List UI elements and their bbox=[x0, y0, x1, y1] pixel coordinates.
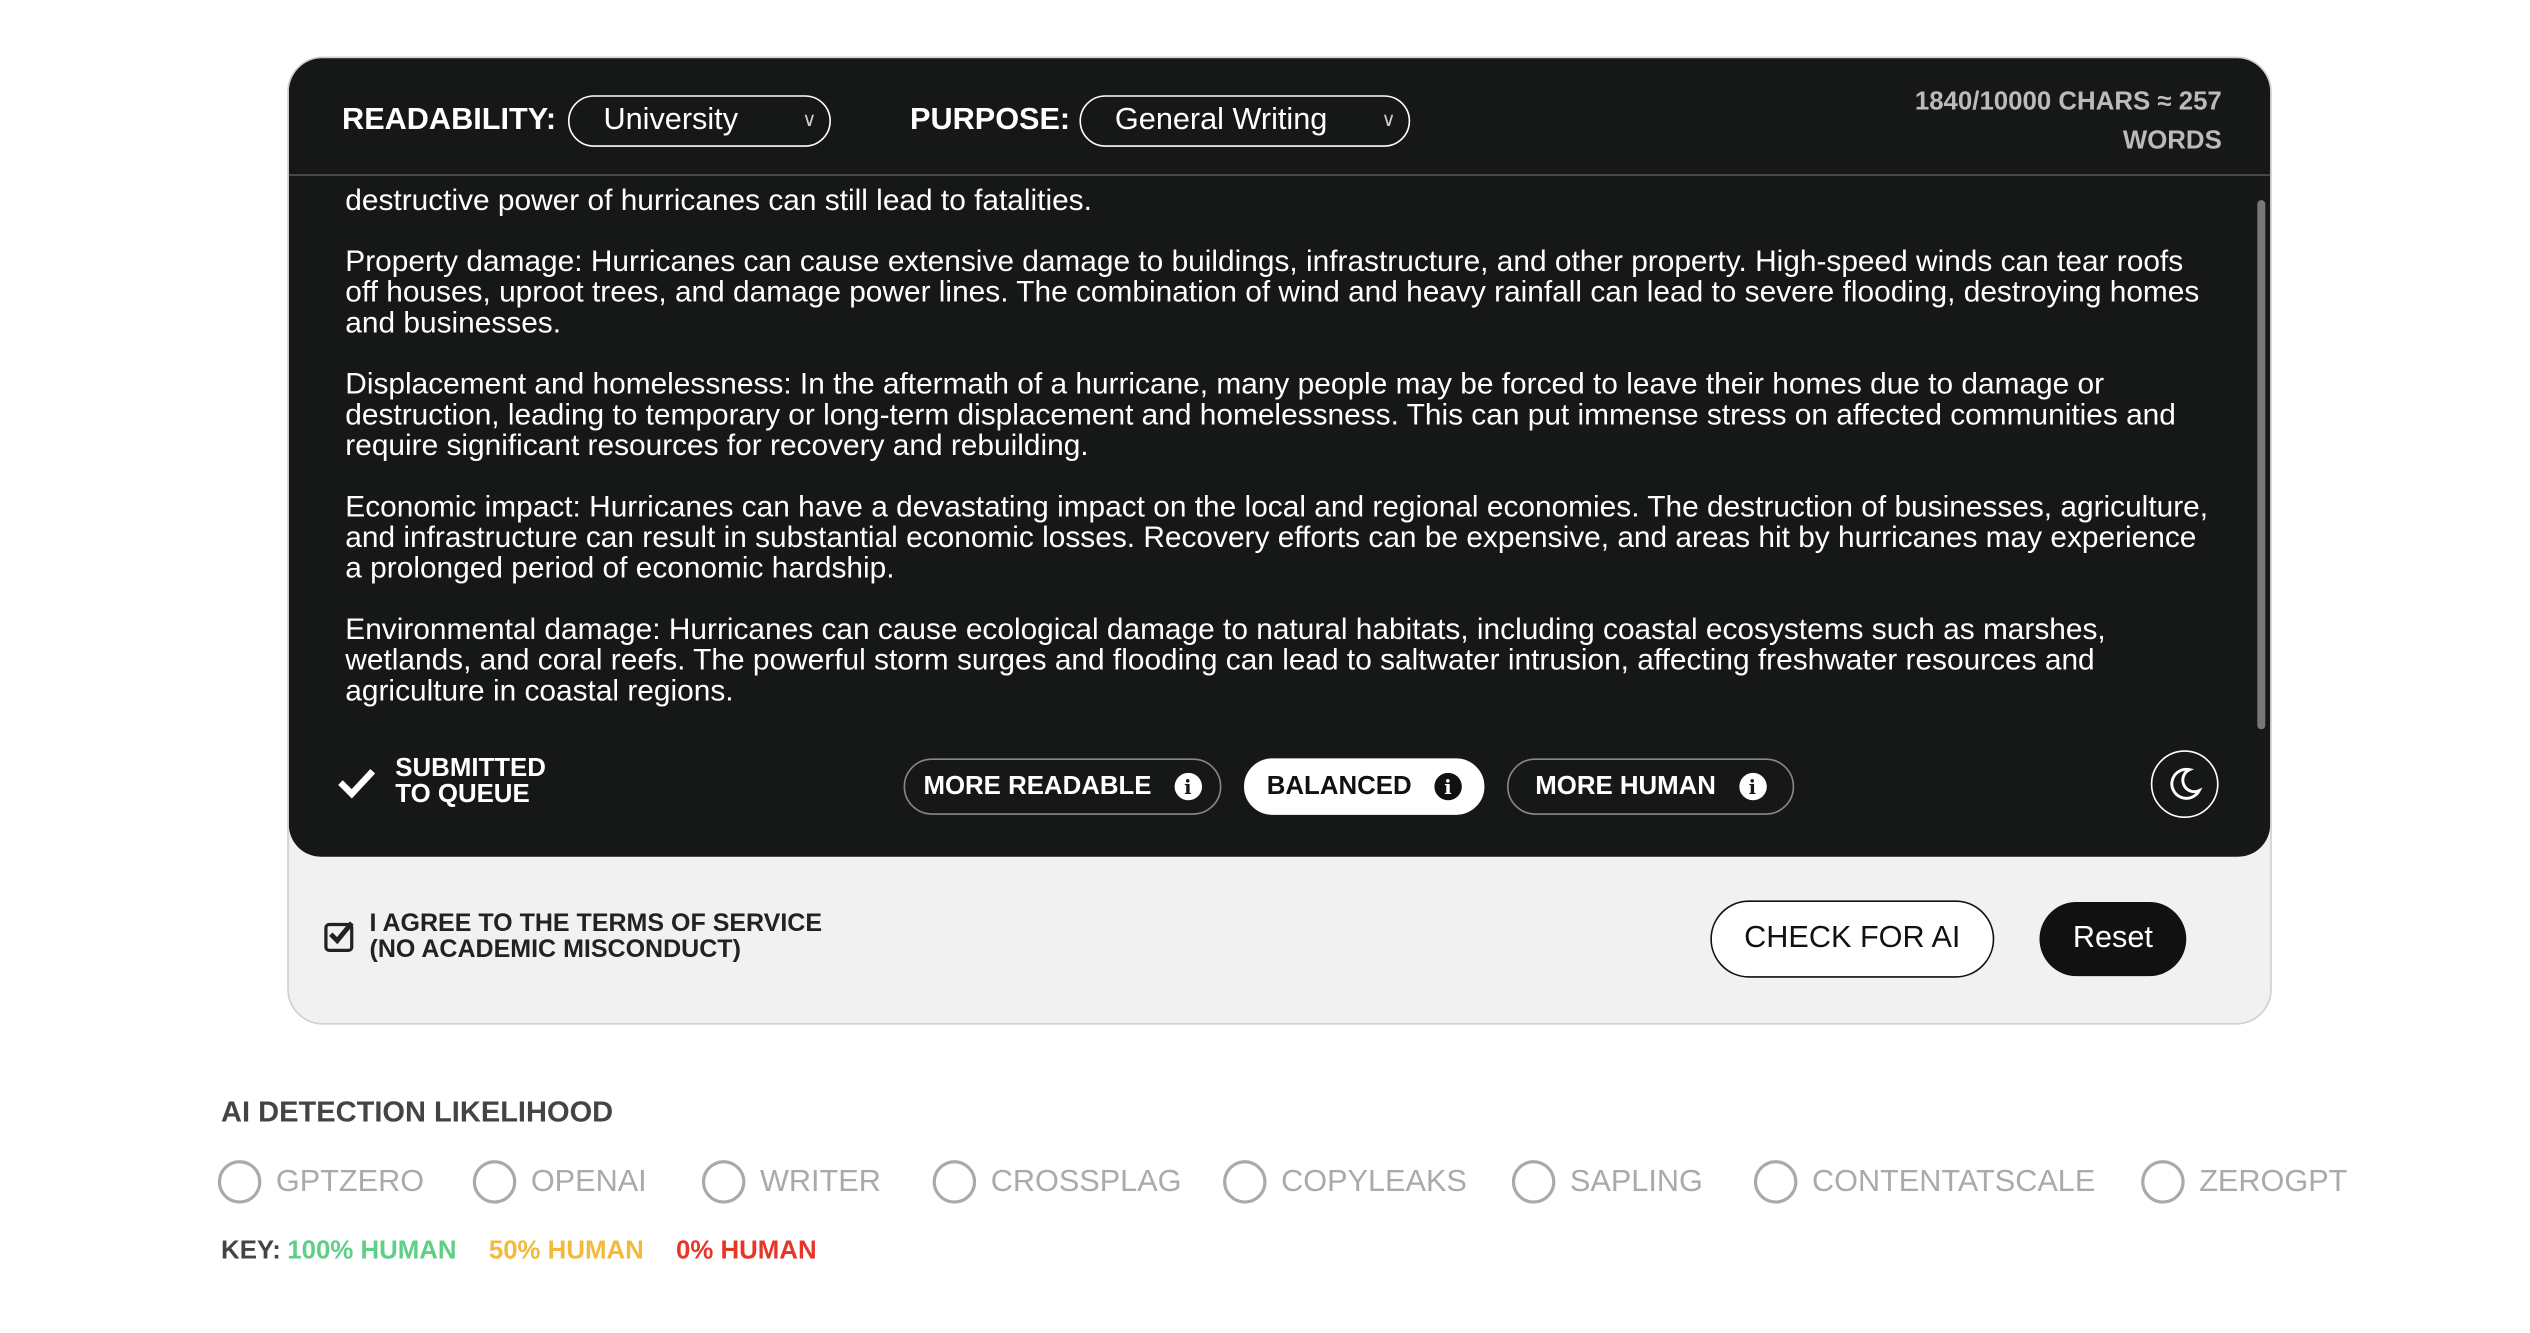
mode-label: MORE READABLE bbox=[923, 772, 1152, 800]
status-circle-icon bbox=[472, 1160, 517, 1204]
detector-contentatscale: CONTENTATSCALE bbox=[1753, 1160, 2096, 1204]
readability-value: University bbox=[603, 103, 739, 138]
scrollbar[interactable] bbox=[2257, 200, 2266, 730]
status-line1: SUBMITTED bbox=[395, 755, 546, 783]
dark-mode-toggle[interactable] bbox=[2150, 750, 2219, 819]
detection-key: KEY: 100% HUMAN 50% HUMAN 0% HUMAN bbox=[221, 1238, 817, 1267]
char-count-line2: WORDS bbox=[2122, 127, 2222, 155]
check-icon bbox=[329, 921, 354, 945]
detector-zerogpt: ZEROGPT bbox=[2141, 1160, 2347, 1204]
purpose-select[interactable]: General Writing ∨ bbox=[1079, 95, 1411, 147]
status-circle-icon bbox=[1223, 1160, 1267, 1204]
detector-label: SAPLING bbox=[1569, 1164, 1703, 1199]
readability-label: READABILITY: bbox=[342, 103, 557, 138]
detector-writer: WRITER bbox=[701, 1160, 881, 1204]
detector-label: GPTZERO bbox=[275, 1164, 425, 1199]
chevron-down-icon: ∨ bbox=[1381, 108, 1396, 131]
paragraph: Displacement and homelessness: In the af… bbox=[345, 366, 2176, 462]
terms-checkbox[interactable] bbox=[324, 921, 354, 952]
info-icon[interactable]: i bbox=[1434, 772, 1462, 801]
purpose-value: General Writing bbox=[1114, 103, 1328, 138]
detector-openai: OPENAI bbox=[472, 1160, 647, 1204]
detection-title: AI DETECTION LIKELIHOOD bbox=[221, 1095, 614, 1128]
detector-label: CROSSPLAG bbox=[990, 1164, 1182, 1199]
info-icon[interactable]: i bbox=[1174, 772, 1202, 801]
paragraph: destructive power of hurricanes can stil… bbox=[345, 183, 1092, 217]
key-label: KEY: bbox=[221, 1237, 281, 1265]
key-0-human: 0% HUMAN bbox=[676, 1237, 817, 1265]
terms-line2: (NO ACADEMIC MISCONDUCT) bbox=[369, 935, 741, 964]
status-circle-icon bbox=[1511, 1160, 1556, 1204]
editor-header: READABILITY: University ∨ PURPOSE: Genera… bbox=[288, 58, 2271, 176]
readability-select[interactable]: University ∨ bbox=[567, 95, 831, 147]
editor-panel: READABILITY: University ∨ PURPOSE: Genera… bbox=[288, 58, 2271, 857]
key-50-human: 50% HUMAN bbox=[488, 1237, 644, 1265]
reset-button[interactable]: Reset bbox=[2039, 901, 2187, 977]
purpose-label: PURPOSE: bbox=[910, 103, 1071, 138]
key-100-human: 100% HUMAN bbox=[287, 1237, 457, 1265]
detector-label: WRITER bbox=[759, 1164, 881, 1199]
terms-line1: I AGREE TO THE TERMS OF SERVICE bbox=[369, 910, 823, 938]
status-circle-icon bbox=[932, 1160, 977, 1204]
terms-agreement[interactable]: I AGREE TO THE TERMS OF SERVICE (NO ACADE… bbox=[324, 910, 823, 964]
chevron-down-icon: ∨ bbox=[802, 108, 817, 131]
mode-label: BALANCED bbox=[1266, 772, 1412, 800]
char-count-line1: 1840/10000 CHARS ≈ 257 bbox=[1914, 88, 2222, 117]
status-circle-icon bbox=[701, 1160, 746, 1204]
detector-label: CONTENTATSCALE bbox=[1811, 1164, 2096, 1199]
text-area[interactable]: destructive power of hurricanes can stil… bbox=[345, 184, 2217, 733]
paragraph: Environmental damage: Hurricanes can cau… bbox=[345, 611, 2106, 707]
detector-label: OPENAI bbox=[530, 1164, 647, 1199]
paragraph: Property damage: Hurricanes can cause ex… bbox=[345, 243, 2200, 339]
moon-icon bbox=[2170, 767, 2203, 800]
check-icon bbox=[338, 769, 376, 799]
detector-label: COPYLEAKS bbox=[1281, 1164, 1467, 1199]
humanizer-card: READABILITY: University ∨ PURPOSE: Genera… bbox=[287, 56, 2272, 1025]
detector-crossplag: CROSSPLAG bbox=[932, 1160, 1182, 1204]
check-for-ai-button[interactable]: CHECK FOR AI bbox=[1710, 900, 1995, 978]
paragraph: Economic impact: Hurricanes can have a d… bbox=[345, 488, 2209, 585]
mode-balanced-button[interactable]: BALANCED i bbox=[1244, 758, 1485, 815]
status-submitted: SUBMITTED TO QUEUE bbox=[337, 755, 546, 809]
detector-label: ZEROGPT bbox=[2199, 1164, 2348, 1199]
status-circle-icon bbox=[1753, 1160, 1798, 1204]
mode-more-human-button[interactable]: MORE HUMAN i bbox=[1507, 758, 1795, 815]
detector-copyleaks: COPYLEAKS bbox=[1223, 1160, 1467, 1204]
char-count: 1840/10000 CHARS ≈ 257 WORDS bbox=[1851, 84, 2222, 161]
info-icon[interactable]: i bbox=[1738, 772, 1766, 801]
mode-more-readable-button[interactable]: MORE READABLE i bbox=[903, 758, 1222, 815]
detector-gptzero: GPTZERO bbox=[217, 1160, 425, 1204]
status-circle-icon bbox=[2141, 1160, 2185, 1204]
status-circle-icon bbox=[217, 1160, 262, 1204]
status-line2: TO QUEUE bbox=[395, 780, 530, 809]
mode-label: MORE HUMAN bbox=[1535, 772, 1716, 800]
detector-sapling: SAPLING bbox=[1511, 1160, 1703, 1204]
